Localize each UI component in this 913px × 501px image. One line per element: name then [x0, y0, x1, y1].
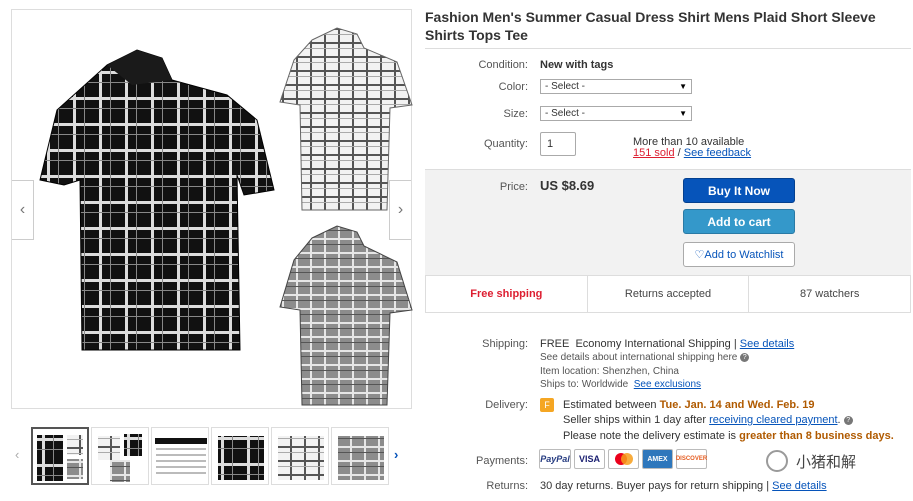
intl-shipping-note-row: See details about international shipping…	[540, 352, 750, 363]
estimate-dates: Tue. Jan. 14 and Wed. Feb. 19	[659, 399, 815, 411]
ships-to-row: Ships to: Worldwide See exclusions	[540, 379, 701, 390]
thumbnail-strip: ‹ ›	[11, 425, 412, 487]
thumbnail-5[interactable]	[271, 427, 329, 485]
thumb-prev-icon[interactable]: ‹	[15, 447, 19, 462]
delivery-label: Delivery:	[485, 399, 528, 411]
product-image	[39, 27, 413, 406]
quantity-label: Quantity:	[483, 138, 528, 150]
watchers-stat: 87 watchers	[800, 288, 860, 300]
delivery-note-row: Please note the delivery estimate is gre…	[563, 430, 894, 442]
add-to-watchlist-button[interactable]: ♡ Add to Watchlist	[683, 242, 795, 267]
amex-icon: AMEX	[642, 449, 673, 469]
sold-feedback-row: 151 sold / See feedback	[633, 147, 751, 159]
mastercard-logo	[614, 453, 633, 465]
quantity-input[interactable]: 1	[540, 132, 576, 156]
paypal-icon: PayPal	[539, 449, 571, 469]
delivery-estimate-row: Estimated between Tue. Jan. 14 and Wed. …	[563, 399, 814, 411]
size-select[interactable]: - Select - ▼	[540, 106, 692, 121]
heart-icon: ♡	[694, 249, 705, 261]
returns-details-link[interactable]: See details	[772, 480, 826, 492]
help-icon[interactable]: ?	[740, 352, 750, 362]
size-label: Size:	[503, 108, 528, 120]
price-value: US $8.69	[540, 178, 595, 193]
cleared-payment-link[interactable]: receiving cleared payment	[709, 414, 837, 426]
mastercard-icon	[608, 449, 639, 469]
watchlist-label: Add to Watchlist	[704, 248, 784, 261]
dropdown-arrow-icon: ▼	[679, 82, 687, 91]
thumb-image	[278, 436, 324, 480]
buy-it-now-button[interactable]: Buy It Now	[683, 178, 795, 203]
free-shipping-stat: Free shipping	[426, 276, 588, 312]
delivery-note-prefix: Please note the delivery estimate is	[563, 430, 737, 442]
dropdown-arrow-icon: ▼	[679, 109, 687, 118]
size-select-value: - Select -	[545, 108, 586, 119]
sold-count-link[interactable]: 151 sold	[633, 147, 675, 159]
condition-value: New with tags	[540, 59, 614, 71]
thumb-next-icon[interactable]: ›	[394, 447, 398, 462]
thumb-image	[218, 436, 264, 480]
item-location: Item location: Shenzhen, China	[540, 366, 679, 377]
color-select-value: - Select -	[545, 81, 586, 92]
returns-accepted-stat: Returns accepted	[588, 276, 750, 312]
thumbnail-3[interactable]	[151, 427, 209, 485]
item-title: Fashion Men's Summer Casual Dress Shirt …	[425, 9, 876, 43]
thumb-image	[155, 438, 207, 474]
ships-within-suffix: .	[837, 414, 841, 426]
delivery-note-emphasis: greater than 8 business days.	[739, 430, 894, 442]
watermark-text: 小猪和解	[796, 453, 857, 471]
returns-divider: |	[766, 480, 770, 492]
see-exclusions-link[interactable]: See exclusions	[634, 379, 701, 390]
payments-label: Payments:	[476, 455, 528, 467]
shipping-details-link[interactable]: See details	[740, 338, 794, 350]
stats-row: Free shipping Returns accepted 87 watche…	[425, 275, 911, 313]
sold-separator: /	[677, 147, 681, 159]
thumb-image	[98, 434, 142, 482]
help-icon[interactable]: ?	[843, 415, 853, 425]
discover-icon: DISCOVER	[676, 449, 707, 469]
shipping-divider: |	[733, 338, 737, 350]
ships-to: Ships to: Worldwide	[540, 379, 629, 390]
thumbnail-4[interactable]	[211, 427, 269, 485]
main-image-gallery[interactable]: ‹ ›	[11, 9, 413, 409]
estimate-prefix: Estimated between	[563, 399, 657, 411]
chevron-left-icon: ‹	[19, 201, 26, 218]
visa-icon: VISA	[574, 449, 605, 469]
returns-row: 30 day returns. Buyer pays for return sh…	[540, 480, 827, 492]
watermark: 小猪和解	[766, 450, 856, 472]
gallery-prev-button[interactable]: ‹	[12, 180, 34, 240]
price-label: Price:	[499, 181, 528, 193]
thumbnail-6[interactable]	[331, 427, 389, 485]
intl-shipping-note: See details about international shipping…	[540, 352, 738, 363]
thumbnail-1[interactable]	[31, 427, 89, 485]
ships-within-prefix: Seller ships within 1 day after	[563, 414, 707, 426]
returns-label: Returns:	[486, 480, 528, 492]
shipping-label: Shipping:	[482, 338, 528, 350]
gallery-next-button[interactable]: ›	[389, 180, 411, 240]
add-to-cart-button[interactable]: Add to cart	[683, 209, 795, 234]
color-select[interactable]: - Select - ▼	[540, 79, 692, 94]
chevron-right-icon: ›	[397, 201, 404, 218]
color-label: Color:	[498, 81, 528, 93]
thumb-image	[338, 436, 384, 480]
returns-text: 30 day returns. Buyer pays for return sh…	[540, 480, 764, 492]
shipping-method: Economy International Shipping	[575, 338, 731, 350]
thumbnail-2[interactable]	[91, 427, 149, 485]
thumb-image	[37, 435, 83, 481]
shipping-line: FREE Economy International Shipping | Se…	[540, 338, 794, 350]
ships-within-row: Seller ships within 1 day after receivin…	[563, 414, 853, 426]
see-feedback-link[interactable]: See feedback	[684, 147, 751, 159]
shipping-free: FREE	[540, 338, 570, 350]
divider	[425, 48, 911, 49]
wechat-icon	[766, 450, 788, 472]
condition-label: Condition:	[478, 59, 528, 71]
delivery-flag-icon: F	[540, 398, 554, 412]
